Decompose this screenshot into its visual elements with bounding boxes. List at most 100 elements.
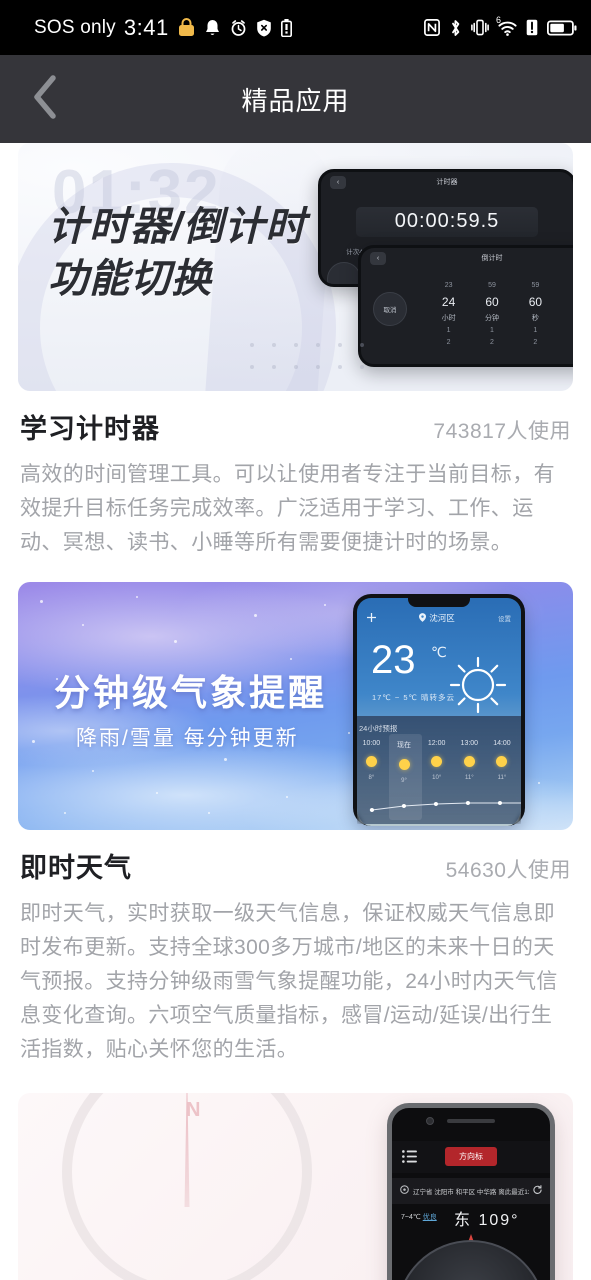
seconds-prev: 59	[531, 282, 540, 290]
minutes-next2: 2	[490, 338, 494, 346]
app-bar: 精品应用	[0, 55, 591, 143]
hour-time: 15:00	[520, 740, 521, 747]
phone-camera	[426, 1117, 434, 1126]
bluetooth-icon	[449, 19, 462, 37]
banner-dot-grid	[250, 343, 380, 379]
countdown-column-seconds: 59 60 秒 1 2	[516, 280, 555, 348]
vibrate-icon	[471, 19, 489, 36]
compass-temp-row: 7~4℃ 优良	[401, 1212, 437, 1222]
app-banner-weather[interactable]: 分钟级气象提醒 降雨/雪量 每分钟更新 沈河区 设置 23 ℃ 17℃ ~ 5℃…	[18, 582, 573, 831]
hour-time: 14:00	[493, 740, 511, 748]
location-pin-icon	[419, 612, 427, 624]
banner-subheadline: 降雨/雪量 每分钟更新	[76, 727, 299, 751]
app-card-study-timer[interactable]: 01:32 计时器/倒计时 功能切换 ‹ 计时器 00:00:59.5 计次4 …	[0, 143, 591, 560]
app-banner-timer[interactable]: 01:32 计时器/倒计时 功能切换 ‹ 计时器 00:00:59.5 计次4 …	[18, 143, 573, 391]
stopwatch-display: 00:00:59.5	[356, 206, 538, 237]
app-title-row: 即时天气 54630人使用	[18, 830, 573, 885]
app-name: 即时天气	[20, 853, 132, 884]
compass-mode-pill: 方向标	[445, 1147, 497, 1167]
countdown-column-minutes: 59 60 分钟 1 2	[473, 280, 512, 348]
hour-time: 12:00	[427, 740, 446, 748]
app-banner-compass[interactable]: N 指南针方向感训练 方向标 辽宁省	[18, 1093, 573, 1280]
hour-time: 现在	[397, 742, 412, 750]
hourly-item: 13:00 11°	[455, 740, 484, 784]
phone-mockup-compass: 方向标 辽宁省 沈阳市 和平区 中华路 离此最近1地面点 7~4℃ 优良 东 1…	[387, 1103, 555, 1280]
app-title-row: 学习计时器 743817人使用	[18, 391, 573, 446]
weather-range: 17℃ ~ 5℃ 晴转多云	[372, 693, 455, 703]
hours-unit: 小时	[441, 314, 456, 322]
hours-next2: 2	[446, 338, 451, 346]
back-button[interactable]	[14, 55, 76, 143]
clock-label: 3:41	[123, 14, 169, 40]
weather-unit: ℃	[431, 644, 447, 661]
banner-headline: 分钟级气象提醒	[54, 672, 328, 714]
hourly-item: 15:00 11°	[520, 740, 521, 784]
sun-icon	[463, 756, 475, 768]
compass-direction: 东 109°	[454, 1212, 520, 1230]
compass-air-quality: 优良	[422, 1214, 437, 1222]
minutes-unit: 分钟	[484, 314, 499, 322]
minutes-value: 60	[485, 295, 499, 310]
phone-screen-title: 计时器	[436, 179, 458, 186]
list-icon	[402, 1150, 417, 1168]
hours-value: 24	[441, 295, 456, 310]
phone-mockup-countdown: ‹ 倒计时 23 24 小时 1 2 59 60 分钟 1 2 59 60 秒 …	[358, 245, 573, 367]
weather-location-label: 沈河区	[429, 613, 455, 624]
location-pin-icon	[400, 1184, 409, 1198]
hour-degree: 9°	[401, 778, 407, 785]
sun-icon	[398, 759, 410, 771]
status-bar-left: SOS only 3:41	[34, 15, 292, 41]
lock-icon	[178, 18, 195, 37]
status-bar: SOS only 3:41 6	[0, 0, 591, 55]
alarm-icon	[230, 19, 247, 37]
phone-notch	[408, 598, 470, 608]
minutes-next1: 1	[490, 326, 494, 334]
phone-side-button-2	[358, 296, 361, 320]
carrier-label: SOS only	[34, 16, 116, 38]
compass-dial	[396, 1240, 546, 1280]
phone-screen-title-2: 倒计时	[481, 255, 503, 262]
seconds-value: 60	[528, 295, 543, 310]
hour-degree: 11°	[465, 775, 474, 782]
sun-icon	[365, 756, 377, 768]
weather-location: 沈河区	[419, 612, 455, 624]
nfc-icon	[424, 19, 440, 36]
battery-icon	[547, 20, 577, 36]
weather-top-bar: 沈河区 设置	[367, 612, 511, 624]
banner-headline: 指南针方向感训练	[60, 1271, 380, 1280]
app-description: 即时天气，实时获取一级天气信息，保证权威天气信息即时发布更新。支持全球300多万…	[20, 902, 558, 1062]
hourly-item: 10:00 8°	[357, 740, 386, 784]
countdown-cancel-button: 取消	[373, 292, 407, 326]
phone-side-button	[318, 218, 321, 240]
hour-degree: 8°	[368, 775, 375, 782]
hour-time: 10:00	[362, 740, 381, 748]
hourly-item: 12:00 10°	[422, 740, 451, 784]
app-list-scroll[interactable]: 01:32 计时器/倒计时 功能切换 ‹ 计时器 00:00:59.5 计次4 …	[0, 143, 591, 1280]
weather-temperature: 23	[371, 638, 416, 683]
status-bar-right: 6	[424, 15, 577, 37]
app-user-count: 54630人使用	[445, 859, 571, 883]
compass-location-bar: 辽宁省 沈阳市 和平区 中华路 离此最近1地面点	[392, 1178, 550, 1205]
countdown-picker: 23 24 小时 1 2 59 60 分钟 1 2 59 60 秒 1 2	[429, 280, 555, 348]
phone-mockup-weather: 沈河区 设置 23 ℃ 17℃ ~ 5℃ 晴转多云 24小时预报 10:00 8…	[353, 594, 525, 827]
app-card-instant-weather[interactable]: 分钟级气象提醒 降雨/雪量 每分钟更新 沈河区 设置 23 ℃ 17℃ ~ 5℃…	[0, 582, 591, 1067]
hours-prev: 23	[444, 282, 453, 290]
chevron-left-icon	[30, 74, 60, 125]
alert-icon	[526, 19, 538, 36]
app-user-count: 743817人使用	[433, 420, 571, 443]
refresh-icon	[533, 1185, 542, 1197]
compass-location-label: 辽宁省 沈阳市 和平区 中华路 离此最近1地面点	[413, 1189, 529, 1197]
hours-next1: 1	[446, 326, 451, 334]
phone-speaker	[447, 1119, 495, 1124]
seconds-unit: 秒	[531, 314, 539, 322]
countdown-column-hours: 23 24 小时 1 2	[429, 280, 468, 348]
stopwatch-left-knob	[327, 262, 361, 284]
hour-time: 13:00	[460, 740, 479, 748]
hourly-temperature-line	[369, 801, 521, 813]
wifi-6-icon: 6	[496, 15, 517, 36]
sun-icon	[431, 756, 443, 768]
shield-x-icon	[256, 19, 272, 37]
seconds-next2: 2	[533, 338, 538, 346]
app-card-compass[interactable]: N 指南针方向感训练 方向标 辽宁省	[0, 1093, 591, 1280]
app-description: 高效的时间管理工具。可以让使用者专注于当前目标，有效提升目标任务完成效率。广泛适…	[20, 463, 555, 555]
